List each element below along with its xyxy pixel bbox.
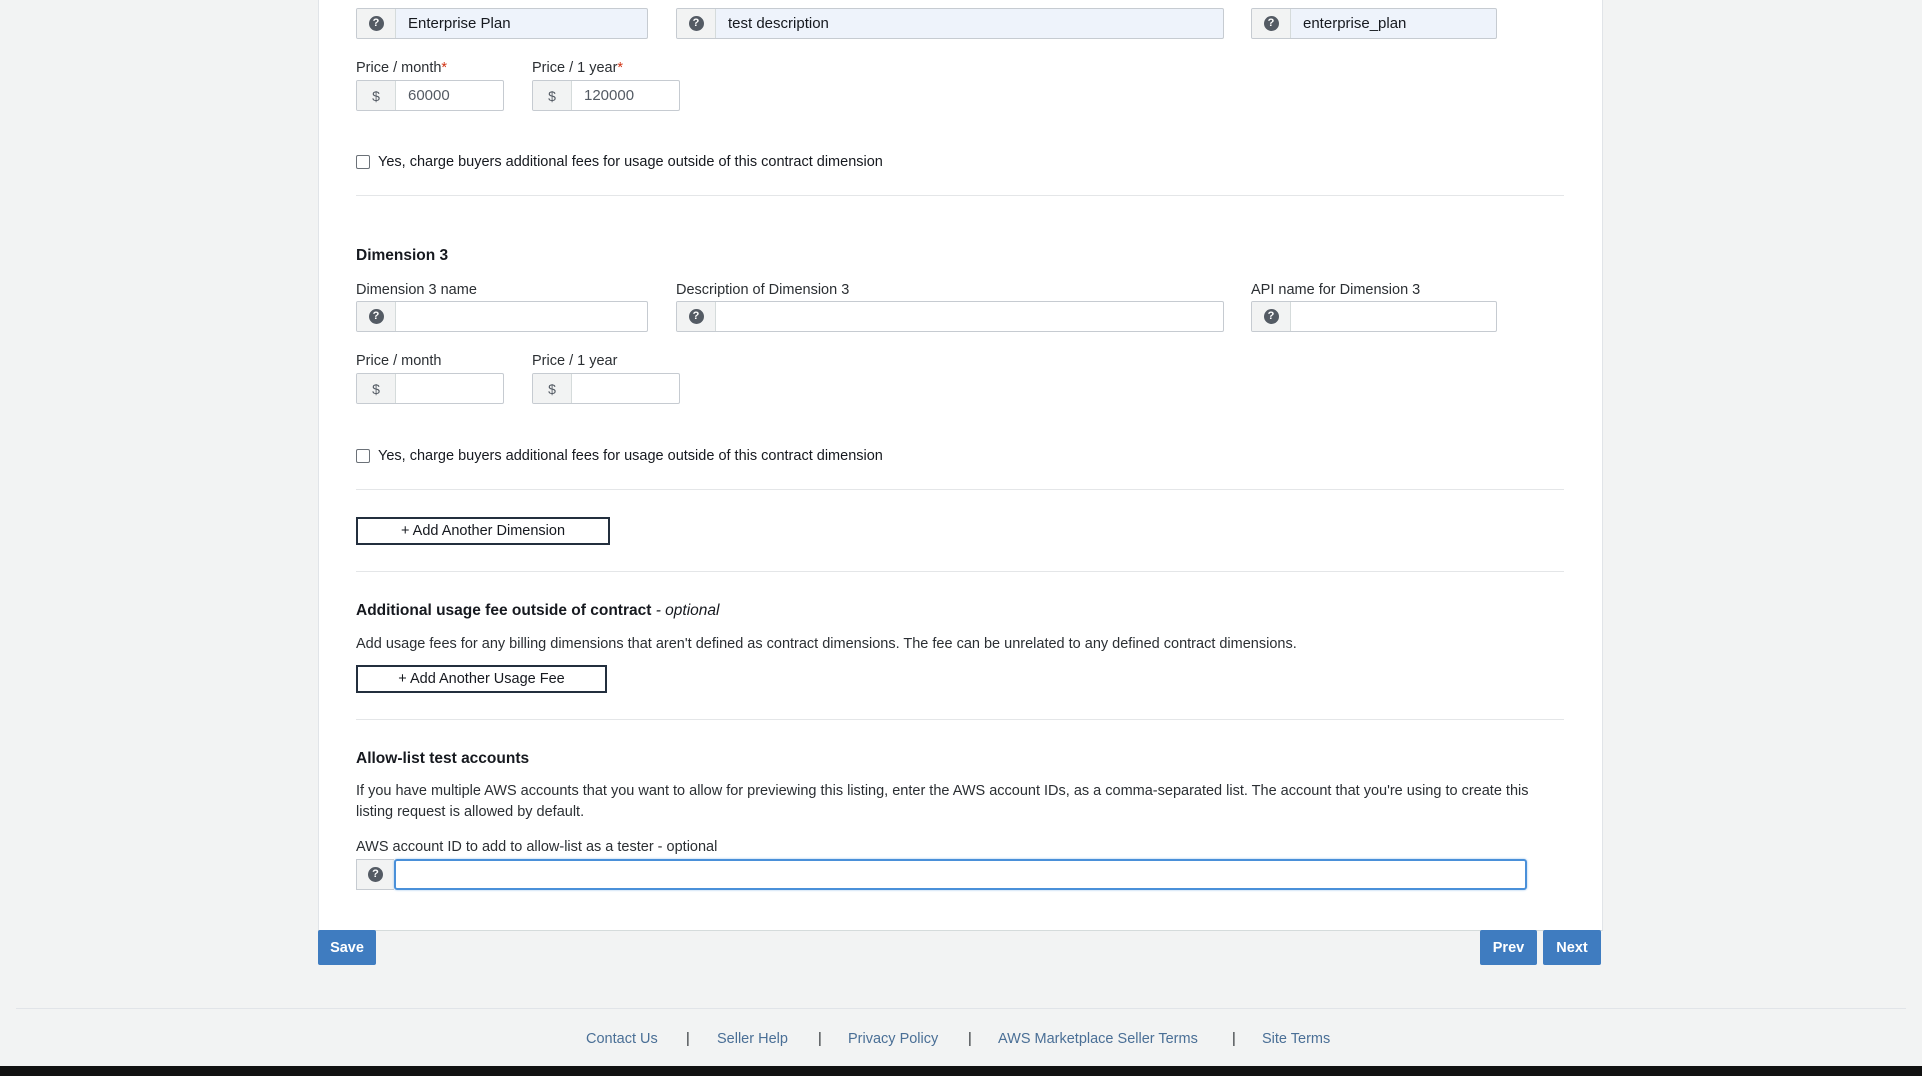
question-circle-icon: ? [1263,309,1279,324]
dimension-2-price-year-label: Price / 1 year* [532,60,624,76]
footer-link-seller-help[interactable]: Seller Help [717,1031,788,1047]
dimension-2-description-value[interactable]: test description [716,9,1223,38]
dimension-3-price-year-label: Price / 1 year [532,353,618,369]
dimension-2-price-month-label: Price / month* [356,60,448,76]
dimension-2-api-name-value[interactable]: enterprise_plan [1291,9,1496,38]
checkbox-label: Yes, charge buyers additional fees for u… [378,154,883,170]
footer: Contact Us | Seller Help | Privacy Polic… [0,1031,1922,1053]
add-another-dimension-button[interactable]: + Add Another Dimension [356,517,610,545]
dimension-2-usage-checkbox[interactable] [356,155,370,169]
help-addon[interactable]: ? [356,859,394,890]
divider [356,195,1564,196]
footer-separator: | [968,1031,972,1047]
help-addon[interactable]: ? [1252,9,1291,38]
dimension-3-description-label: Description of Dimension 3 [676,282,850,298]
footer-separator: | [818,1031,822,1047]
usage-fee-description: Add usage fees for any billing dimension… [356,636,1297,652]
dimension-2-name-field[interactable]: ? Enterprise Plan [356,8,648,39]
dimension-3-api-name-field[interactable]: ? [1251,301,1497,332]
dimension-2-api-name-field[interactable]: ? enterprise_plan [1251,8,1497,39]
help-addon[interactable]: ? [357,302,396,331]
prev-button[interactable]: Prev [1480,930,1537,965]
help-addon[interactable]: ? [357,9,396,38]
window-bottom-bar [0,1066,1922,1076]
save-button[interactable]: Save [318,930,376,965]
dimension-2-price-year-field[interactable]: $ 120000 [532,80,680,111]
dimension-3-price-year-input[interactable] [572,374,679,403]
dimension-2-price-month-field[interactable]: $ 60000 [356,80,504,111]
dimension-3-title: Dimension 3 [356,247,449,264]
dimension-3-name-field[interactable]: ? [356,301,648,332]
dimension-3-description-input[interactable] [716,302,1223,331]
help-addon[interactable]: ? [677,302,716,331]
footer-link-contact-us[interactable]: Contact Us [586,1031,658,1047]
currency-addon: $ [533,374,572,403]
dimension-3-price-month-input[interactable] [396,374,503,403]
dimension-3-usage-checkbox-row[interactable]: Yes, charge buyers additional fees for u… [356,448,883,464]
dimension-3-name-label: Dimension 3 name [356,282,477,298]
allow-list-title: Allow-list test accounts [356,750,530,767]
dimension-3-price-month-label: Price / month [356,353,442,369]
question-circle-icon: ? [368,867,383,882]
dimension-3-price-year-field[interactable]: $ [532,373,680,404]
allow-list-input-label: AWS account ID to add to allow-list as a… [356,839,718,855]
checkbox-label: Yes, charge buyers additional fees for u… [378,448,883,464]
dimension-3-name-input[interactable] [396,302,647,331]
currency-addon: $ [357,374,396,403]
footer-link-site-terms[interactable]: Site Terms [1262,1031,1330,1047]
divider [356,489,1564,490]
question-circle-icon: ? [688,16,704,31]
usage-fee-title: Additional usage fee outside of contract… [356,602,720,619]
dimension-3-api-name-label: API name for Dimension 3 [1251,282,1421,298]
question-circle-icon: ? [1263,16,1279,31]
next-button[interactable]: Next [1543,930,1601,965]
dimension-2-price-year-value[interactable]: 120000 [572,81,679,110]
footer-separator: | [686,1031,690,1047]
dimension-2-description-field[interactable]: ? test description [676,8,1224,39]
add-another-usage-fee-button[interactable]: + Add Another Usage Fee [356,665,607,693]
footer-link-seller-terms[interactable]: AWS Marketplace Seller Terms [998,1031,1198,1047]
dimension-3-description-field[interactable]: ? [676,301,1224,332]
dimension-2-price-month-value[interactable]: 60000 [396,81,503,110]
question-circle-icon: ? [688,309,704,324]
help-addon[interactable]: ? [1252,302,1291,331]
dimension-3-price-month-field[interactable]: $ [356,373,504,404]
allow-list-field[interactable]: ? [356,859,1527,890]
currency-addon: $ [357,81,396,110]
question-circle-icon: ? [368,16,384,31]
allow-list-account-id-input[interactable] [394,859,1527,890]
currency-addon: $ [533,81,572,110]
footer-separator: | [1232,1031,1236,1047]
dimension-3-api-name-input[interactable] [1291,302,1496,331]
help-addon[interactable]: ? [677,9,716,38]
dimension-3-usage-checkbox[interactable] [356,449,370,463]
question-circle-icon: ? [368,309,384,324]
dimension-2-usage-checkbox-row[interactable]: Yes, charge buyers additional fees for u… [356,154,883,170]
footer-link-privacy-policy[interactable]: Privacy Policy [848,1031,938,1047]
footer-divider [16,1008,1906,1009]
divider [356,719,1564,720]
dimension-2-name-value[interactable]: Enterprise Plan [396,9,647,38]
form-panel: ? Enterprise Plan ? test description ? e… [318,0,1603,931]
divider [356,571,1564,572]
allow-list-description: If you have multiple AWS accounts that y… [356,783,1529,820]
